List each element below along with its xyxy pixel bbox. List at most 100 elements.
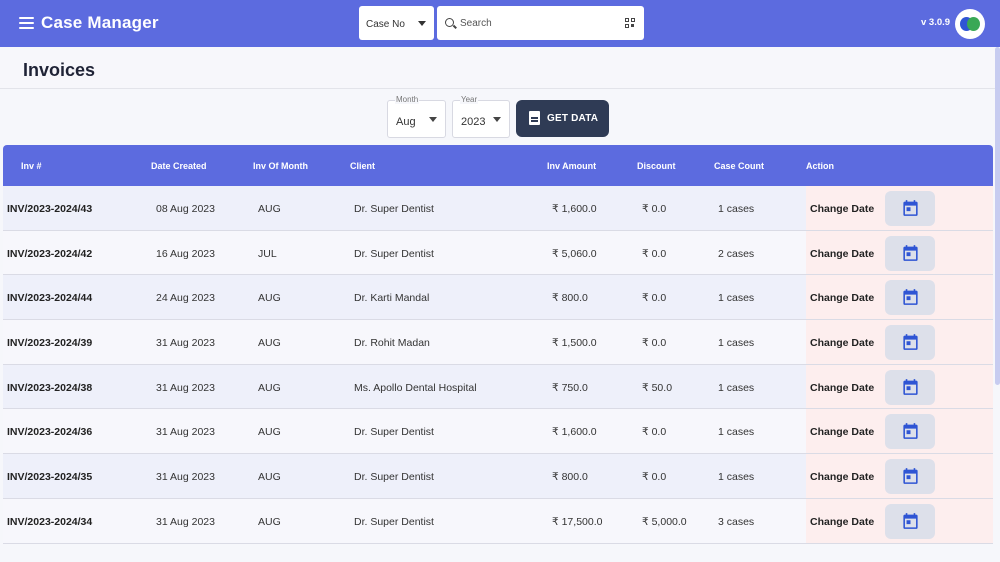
cell-discount: ₹ 0.0 xyxy=(642,471,667,484)
cell-inv-of-month: AUG xyxy=(258,292,281,305)
month-select[interactable]: Month Aug xyxy=(387,95,446,138)
table-body: INV/2023-2024/43 08 Aug 2023 AUG Dr. Super … xyxy=(3,186,993,544)
cell-inv-amount: ₹ 1,600.0 xyxy=(552,203,597,215)
cell-discount: ₹ 0.0 xyxy=(642,203,667,215)
cell-date-created: 31 Aug 2023 xyxy=(156,337,215,350)
calendar-button[interactable] xyxy=(885,235,935,271)
calendar-button[interactable] xyxy=(885,280,935,316)
table-header: Inv # Date Created Inv Of Month Client I… xyxy=(3,145,993,186)
header-case-count: Case Count xyxy=(714,161,765,171)
cell-case-count: 1 cases xyxy=(718,381,755,394)
page-header: Invoices xyxy=(0,47,995,89)
cell-date-created: 31 Aug 2023 xyxy=(156,381,215,394)
search-box xyxy=(437,6,644,40)
cell-client: Dr. Super Dentist xyxy=(354,471,434,484)
cell-inv-of-month: AUG xyxy=(258,426,281,439)
header-action: Action xyxy=(806,161,834,171)
calendar-button[interactable] xyxy=(885,459,935,495)
cell-client: Dr. Super Dentist xyxy=(354,203,434,215)
change-date-link[interactable]: Change Date xyxy=(810,203,874,215)
get-data-label: GET DATA xyxy=(547,113,599,124)
year-label: Year xyxy=(460,95,479,104)
search-type-value: Case No xyxy=(366,19,405,30)
calendar-button[interactable] xyxy=(885,503,935,539)
page-title: Invoices xyxy=(23,60,96,80)
table-row: INV/2023-2024/35 31 Aug 2023 AUG Dr. Super … xyxy=(3,454,993,499)
change-date-link[interactable]: Change Date xyxy=(810,516,874,528)
cell-client: Ms. Apollo Dental Hospital xyxy=(354,381,477,394)
app-version: v 3.0.9 xyxy=(921,17,951,28)
table-row: INV/2023-2024/38 31 Aug 2023 AUG Ms. Apollo… xyxy=(3,364,993,410)
change-date-link[interactable]: Change Date xyxy=(810,337,874,349)
cell-inv-number: INV/2023-2024/44 xyxy=(7,292,93,305)
change-date-link[interactable]: Change Date xyxy=(810,292,874,304)
cell-case-count: 2 cases xyxy=(718,247,755,260)
calendar-icon xyxy=(903,378,918,395)
cell-client: Dr. Karti Mandal xyxy=(354,292,430,305)
cell-case-count: 1 cases xyxy=(718,426,755,439)
cell-date-created: 08 Aug 2023 xyxy=(156,203,215,215)
cell-inv-amount: ₹ 1,500.0 xyxy=(552,337,597,350)
caret-down-icon xyxy=(429,117,437,122)
cell-inv-number: INV/2023-2024/39 xyxy=(7,337,93,350)
calendar-button[interactable] xyxy=(885,325,935,361)
change-date-link[interactable]: Change Date xyxy=(810,471,874,483)
cell-case-count: 3 cases xyxy=(718,515,755,528)
cell-inv-amount: ₹ 5,060.0 xyxy=(552,247,597,260)
cell-inv-amount: ₹ 800.0 xyxy=(552,471,588,484)
caret-down-icon xyxy=(493,117,501,122)
cell-inv-amount: ₹ 750.0 xyxy=(552,381,588,394)
cell-discount: ₹ 50.0 xyxy=(642,381,673,394)
table-row: INV/2023-2024/36 31 Aug 2023 AUG Dr. Super … xyxy=(3,409,993,455)
calendar-icon xyxy=(903,468,918,485)
month-value: Aug xyxy=(396,116,416,128)
header-inv-amount: Inv Amount xyxy=(547,161,597,171)
calendar-button[interactable] xyxy=(885,414,935,450)
calendar-icon xyxy=(903,200,918,216)
cell-inv-amount: ₹ 1,600.0 xyxy=(552,426,597,439)
scrollbar[interactable] xyxy=(995,47,1000,385)
calendar-icon xyxy=(903,244,918,261)
cell-client: Dr. Super Dentist xyxy=(354,247,434,260)
cell-date-created: 31 Aug 2023 xyxy=(156,471,215,484)
change-date-link[interactable]: Change Date xyxy=(810,248,874,260)
cell-inv-of-month: JUL xyxy=(258,247,277,260)
cell-inv-amount: ₹ 800.0 xyxy=(552,292,588,305)
app-bar: Case Manager Case No v 3.0.9 xyxy=(0,0,1000,47)
year-select[interactable]: Year 2023 xyxy=(452,95,510,138)
cell-date-created: 24 Aug 2023 xyxy=(156,292,215,305)
cell-inv-number: INV/2023-2024/43 xyxy=(7,203,93,215)
calendar-icon xyxy=(903,289,918,306)
cell-case-count: 1 cases xyxy=(718,471,755,484)
cell-inv-amount: ₹ 17,500.0 xyxy=(552,515,603,528)
cell-case-count: 1 cases xyxy=(718,203,755,215)
header-inv-of-month: Inv Of Month xyxy=(253,161,308,171)
cell-discount: ₹ 0.0 xyxy=(642,292,667,305)
search-input[interactable] xyxy=(460,14,610,32)
qr-code-icon[interactable] xyxy=(625,18,635,28)
calendar-button[interactable] xyxy=(885,191,935,226)
cell-inv-number: INV/2023-2024/42 xyxy=(7,247,93,260)
table-row: INV/2023-2024/34 31 Aug 2023 AUG Dr. Super … xyxy=(3,498,993,544)
calendar-icon xyxy=(903,334,918,350)
year-value: 2023 xyxy=(461,116,486,128)
search-type-select[interactable]: Case No xyxy=(359,6,434,40)
cell-client: Dr. Rohit Madan xyxy=(354,337,430,350)
change-date-link[interactable]: Change Date xyxy=(810,382,874,394)
change-date-link[interactable]: Change Date xyxy=(810,426,874,438)
avatar[interactable] xyxy=(955,9,985,39)
cell-inv-of-month: AUG xyxy=(258,337,281,350)
table-row: INV/2023-2024/44 24 Aug 2023 AUG Dr. Karti … xyxy=(3,275,993,321)
cell-case-count: 1 cases xyxy=(718,337,755,350)
calendar-button[interactable] xyxy=(885,369,935,405)
calendar-icon xyxy=(903,423,918,440)
calendar-icon xyxy=(903,512,918,529)
cell-client: Dr. Super Dentist xyxy=(354,515,434,528)
get-data-button[interactable]: GET DATA xyxy=(516,100,609,137)
search-icon xyxy=(445,18,454,27)
menu-icon[interactable] xyxy=(19,17,34,29)
header-inv: Inv # xyxy=(21,161,42,171)
cell-date-created: 31 Aug 2023 xyxy=(156,515,215,528)
cell-inv-number: INV/2023-2024/38 xyxy=(7,381,93,394)
cell-case-count: 1 cases xyxy=(718,292,755,305)
